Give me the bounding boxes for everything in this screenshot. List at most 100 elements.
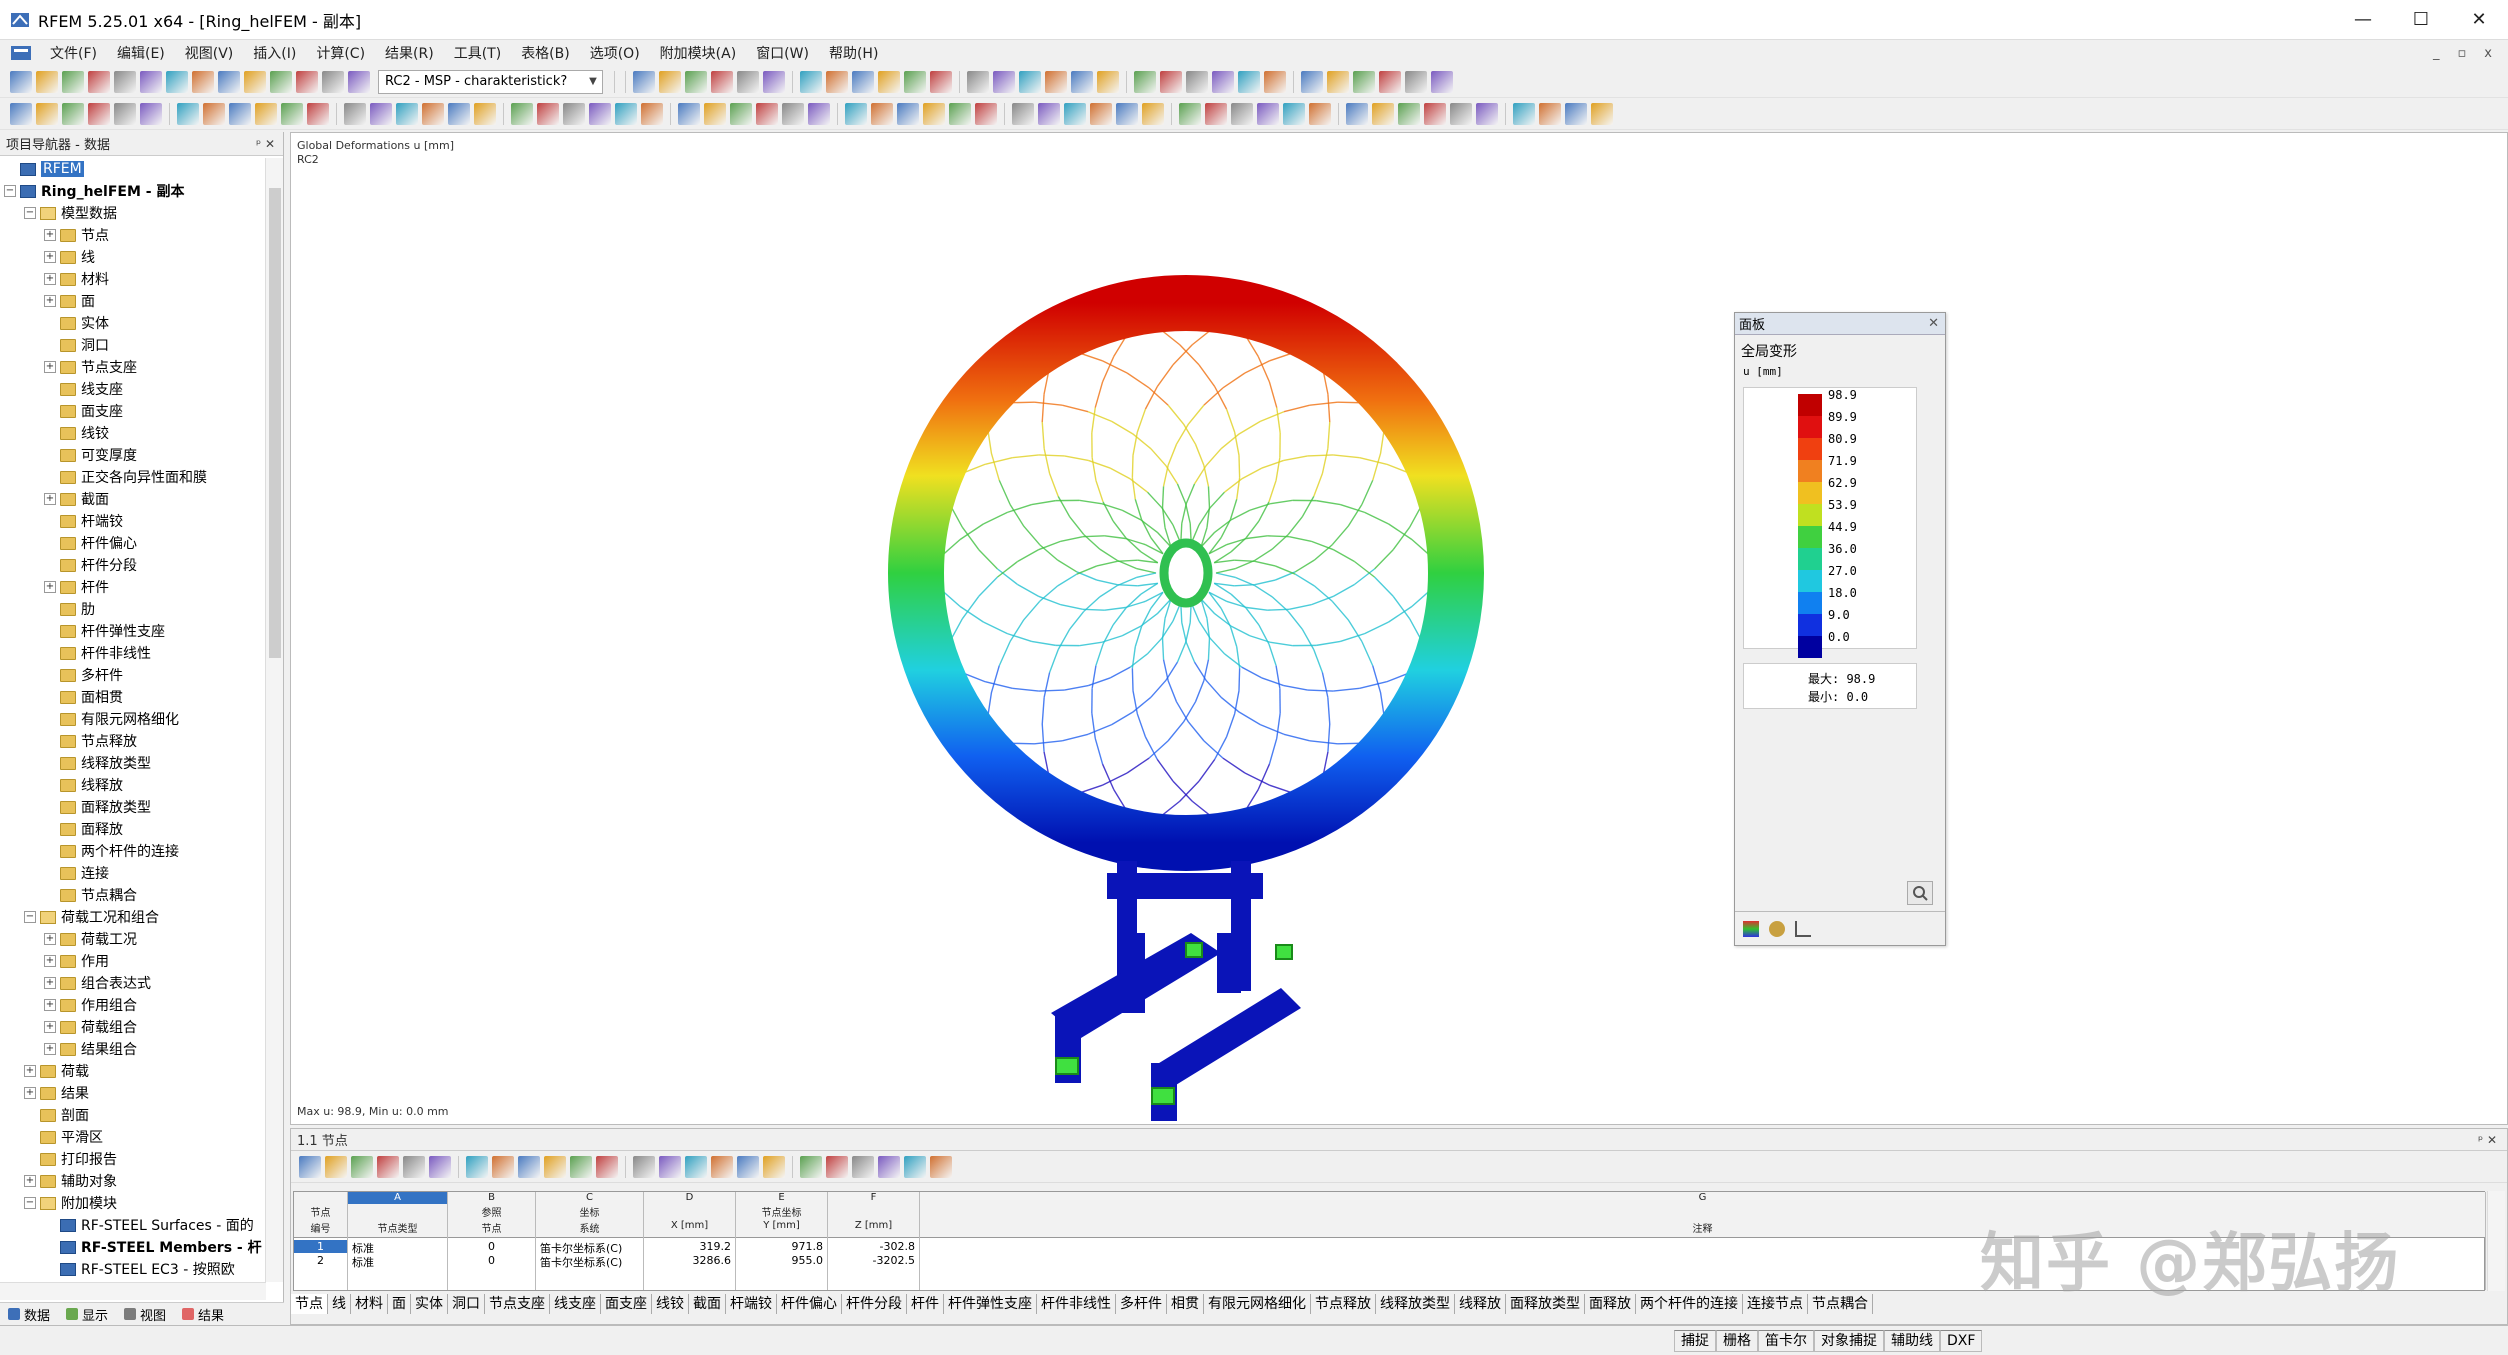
toolbar-button-icon[interactable] [1301, 70, 1323, 93]
toolbar-button-icon[interactable] [826, 1155, 848, 1178]
tree-item[interactable]: − 模型数据 [0, 202, 266, 224]
column-header[interactable]: 参照 [448, 1204, 535, 1219]
mdi-close-button[interactable]: x [2484, 46, 2492, 61]
toolbar-button-icon[interactable] [1186, 70, 1208, 93]
toolbar-button-icon[interactable] [255, 102, 277, 125]
toolbar-button-icon[interactable] [244, 70, 266, 93]
toolbar-button-icon[interactable] [344, 102, 366, 125]
tree-item[interactable]: 有限元网格细化 [0, 708, 266, 730]
toolbar-button-icon[interactable] [511, 102, 533, 125]
toolbar-button-icon[interactable] [1264, 70, 1286, 93]
table-tab[interactable]: 连接节点 [1743, 1294, 1808, 1314]
toolbar-button-icon[interactable] [518, 1155, 540, 1178]
toolbar-button-icon[interactable] [1134, 70, 1156, 93]
tree-item[interactable]: RF-STEEL EC3 - 按照欧 [0, 1258, 266, 1280]
toolbar-button-icon[interactable] [1309, 102, 1331, 125]
toolbar-button-icon[interactable] [993, 70, 1015, 93]
table-tab[interactable]: 线释放 [1455, 1294, 1506, 1314]
panel-close-icon[interactable]: ✕ [1928, 316, 1939, 331]
toolbar-button-icon[interactable] [1424, 102, 1446, 125]
toolbar-button-icon[interactable] [1212, 70, 1234, 93]
toolbar-button-icon[interactable] [615, 102, 637, 125]
toolbar-button-icon[interactable] [930, 70, 952, 93]
toolbar-button-icon[interactable] [351, 1155, 373, 1178]
menu-calculate[interactable]: 计算(C) [306, 43, 375, 63]
load-case-combo[interactable]: RC2 - MSP - charakteristick? ▼ [378, 69, 603, 94]
toolbar-button-icon[interactable] [10, 70, 32, 93]
toolbar-button-icon[interactable] [800, 1155, 822, 1178]
column-header[interactable]: 系统 [536, 1220, 643, 1235]
toolbar-button-icon[interactable] [448, 102, 470, 125]
tree-item[interactable]: + 作用组合 [0, 994, 266, 1016]
toolbar-button-icon[interactable] [88, 102, 110, 125]
column-header[interactable]: F [828, 1192, 919, 1203]
toolbar-button-icon[interactable] [763, 70, 785, 93]
tree-item[interactable]: 剖面 [0, 1104, 266, 1126]
tree-item[interactable]: + 组合表达式 [0, 972, 266, 994]
menu-help[interactable]: 帮助(H) [819, 43, 888, 63]
toolbar-button-icon[interactable] [1160, 70, 1182, 93]
toolbar-button-icon[interactable] [325, 1155, 347, 1178]
toolbar-button-icon[interactable] [1591, 102, 1613, 125]
toolbar-button-icon[interactable] [370, 102, 392, 125]
document-menu-icon[interactable] [10, 44, 32, 62]
tree-item[interactable]: + 节点支座 [0, 356, 266, 378]
toolbar-button-icon[interactable] [685, 70, 707, 93]
navigator-scrollbar[interactable] [265, 158, 283, 1282]
column-header[interactable]: G [920, 1192, 2485, 1203]
tab-results[interactable]: 结果 [174, 1305, 232, 1324]
toolbar-button-icon[interactable] [730, 102, 752, 125]
menu-addons[interactable]: 附加模块(A) [650, 43, 747, 63]
toolbar-button-icon[interactable] [1283, 102, 1305, 125]
toolbar-button-icon[interactable] [1379, 70, 1401, 93]
collapse-icon[interactable]: − [24, 207, 36, 219]
expand-icon[interactable]: + [44, 295, 56, 307]
column-header[interactable]: 节点 [448, 1220, 535, 1235]
toolbar-button-icon[interactable] [756, 102, 778, 125]
table-cell[interactable]: 3286.6 [644, 1254, 735, 1267]
tree-item[interactable]: + 荷载组合 [0, 1016, 266, 1038]
results-panel[interactable]: 面板 ✕ 全局变形 u [mm] 98.9 89.9 80.9 71.9 62.9 53.… [1734, 312, 1946, 946]
toolbar-button-icon[interactable] [36, 70, 58, 93]
toolbar-button-icon[interactable] [570, 1155, 592, 1178]
table-pin-close[interactable]: ᵖ ✕ [2478, 1133, 2497, 1147]
column-header[interactable]: C [536, 1192, 643, 1203]
table-tab[interactable]: 面 [388, 1294, 411, 1314]
menu-view[interactable]: 视图(V) [175, 43, 244, 63]
toolbar-button-icon[interactable] [763, 1155, 785, 1178]
table-tab[interactable]: 两个杆件的连接 [1636, 1294, 1743, 1314]
column-header[interactable]: 坐标 [536, 1204, 643, 1219]
collapse-icon[interactable]: − [4, 185, 16, 197]
toolbar-button-icon[interactable] [967, 70, 989, 93]
column-header[interactable]: X [mm] [644, 1220, 735, 1231]
expand-icon[interactable]: + [24, 1087, 36, 1099]
toolbar-button-icon[interactable] [88, 70, 110, 93]
table-tab[interactable]: 杆件偏心 [777, 1294, 842, 1314]
filter-icon[interactable] [1795, 920, 1811, 937]
toolbar-button-icon[interactable] [737, 70, 759, 93]
tree-item[interactable]: 肋 [0, 598, 266, 620]
toolbar-button-icon[interactable] [492, 1155, 514, 1178]
deformed-ring-model[interactable] [291, 133, 2507, 1124]
toolbar-button-icon[interactable] [114, 70, 136, 93]
tree-item[interactable]: + 面 [0, 290, 266, 312]
tree-item[interactable]: 两个杆件的连接 [0, 840, 266, 862]
toolbar-button-icon[interactable] [904, 70, 926, 93]
toolbar-button-icon[interactable] [281, 102, 303, 125]
tree-item[interactable]: − Ring_helFEM - 副本 [0, 180, 266, 202]
status-snap[interactable]: 捕捉 [1674, 1330, 1716, 1352]
navigator-pin-close[interactable]: ᵖ ✕ [256, 137, 275, 151]
toolbar-button-icon[interactable] [177, 102, 199, 125]
toolbar-button-icon[interactable] [1116, 102, 1138, 125]
tree-item[interactable]: 线释放 [0, 774, 266, 796]
tree-item[interactable]: + 荷载工况 [0, 928, 266, 950]
tree-item[interactable]: 面释放类型 [0, 796, 266, 818]
table-tab[interactable]: 实体 [411, 1294, 448, 1314]
menu-options[interactable]: 选项(O) [580, 43, 650, 63]
tree-item[interactable]: 实体 [0, 312, 266, 334]
toolbar-button-icon[interactable] [1019, 70, 1041, 93]
expand-icon[interactable]: + [44, 1021, 56, 1033]
toolbar-button-icon[interactable] [1231, 102, 1253, 125]
column-header[interactable]: 节点 [294, 1204, 347, 1219]
menu-window[interactable]: 窗口(W) [746, 43, 819, 63]
